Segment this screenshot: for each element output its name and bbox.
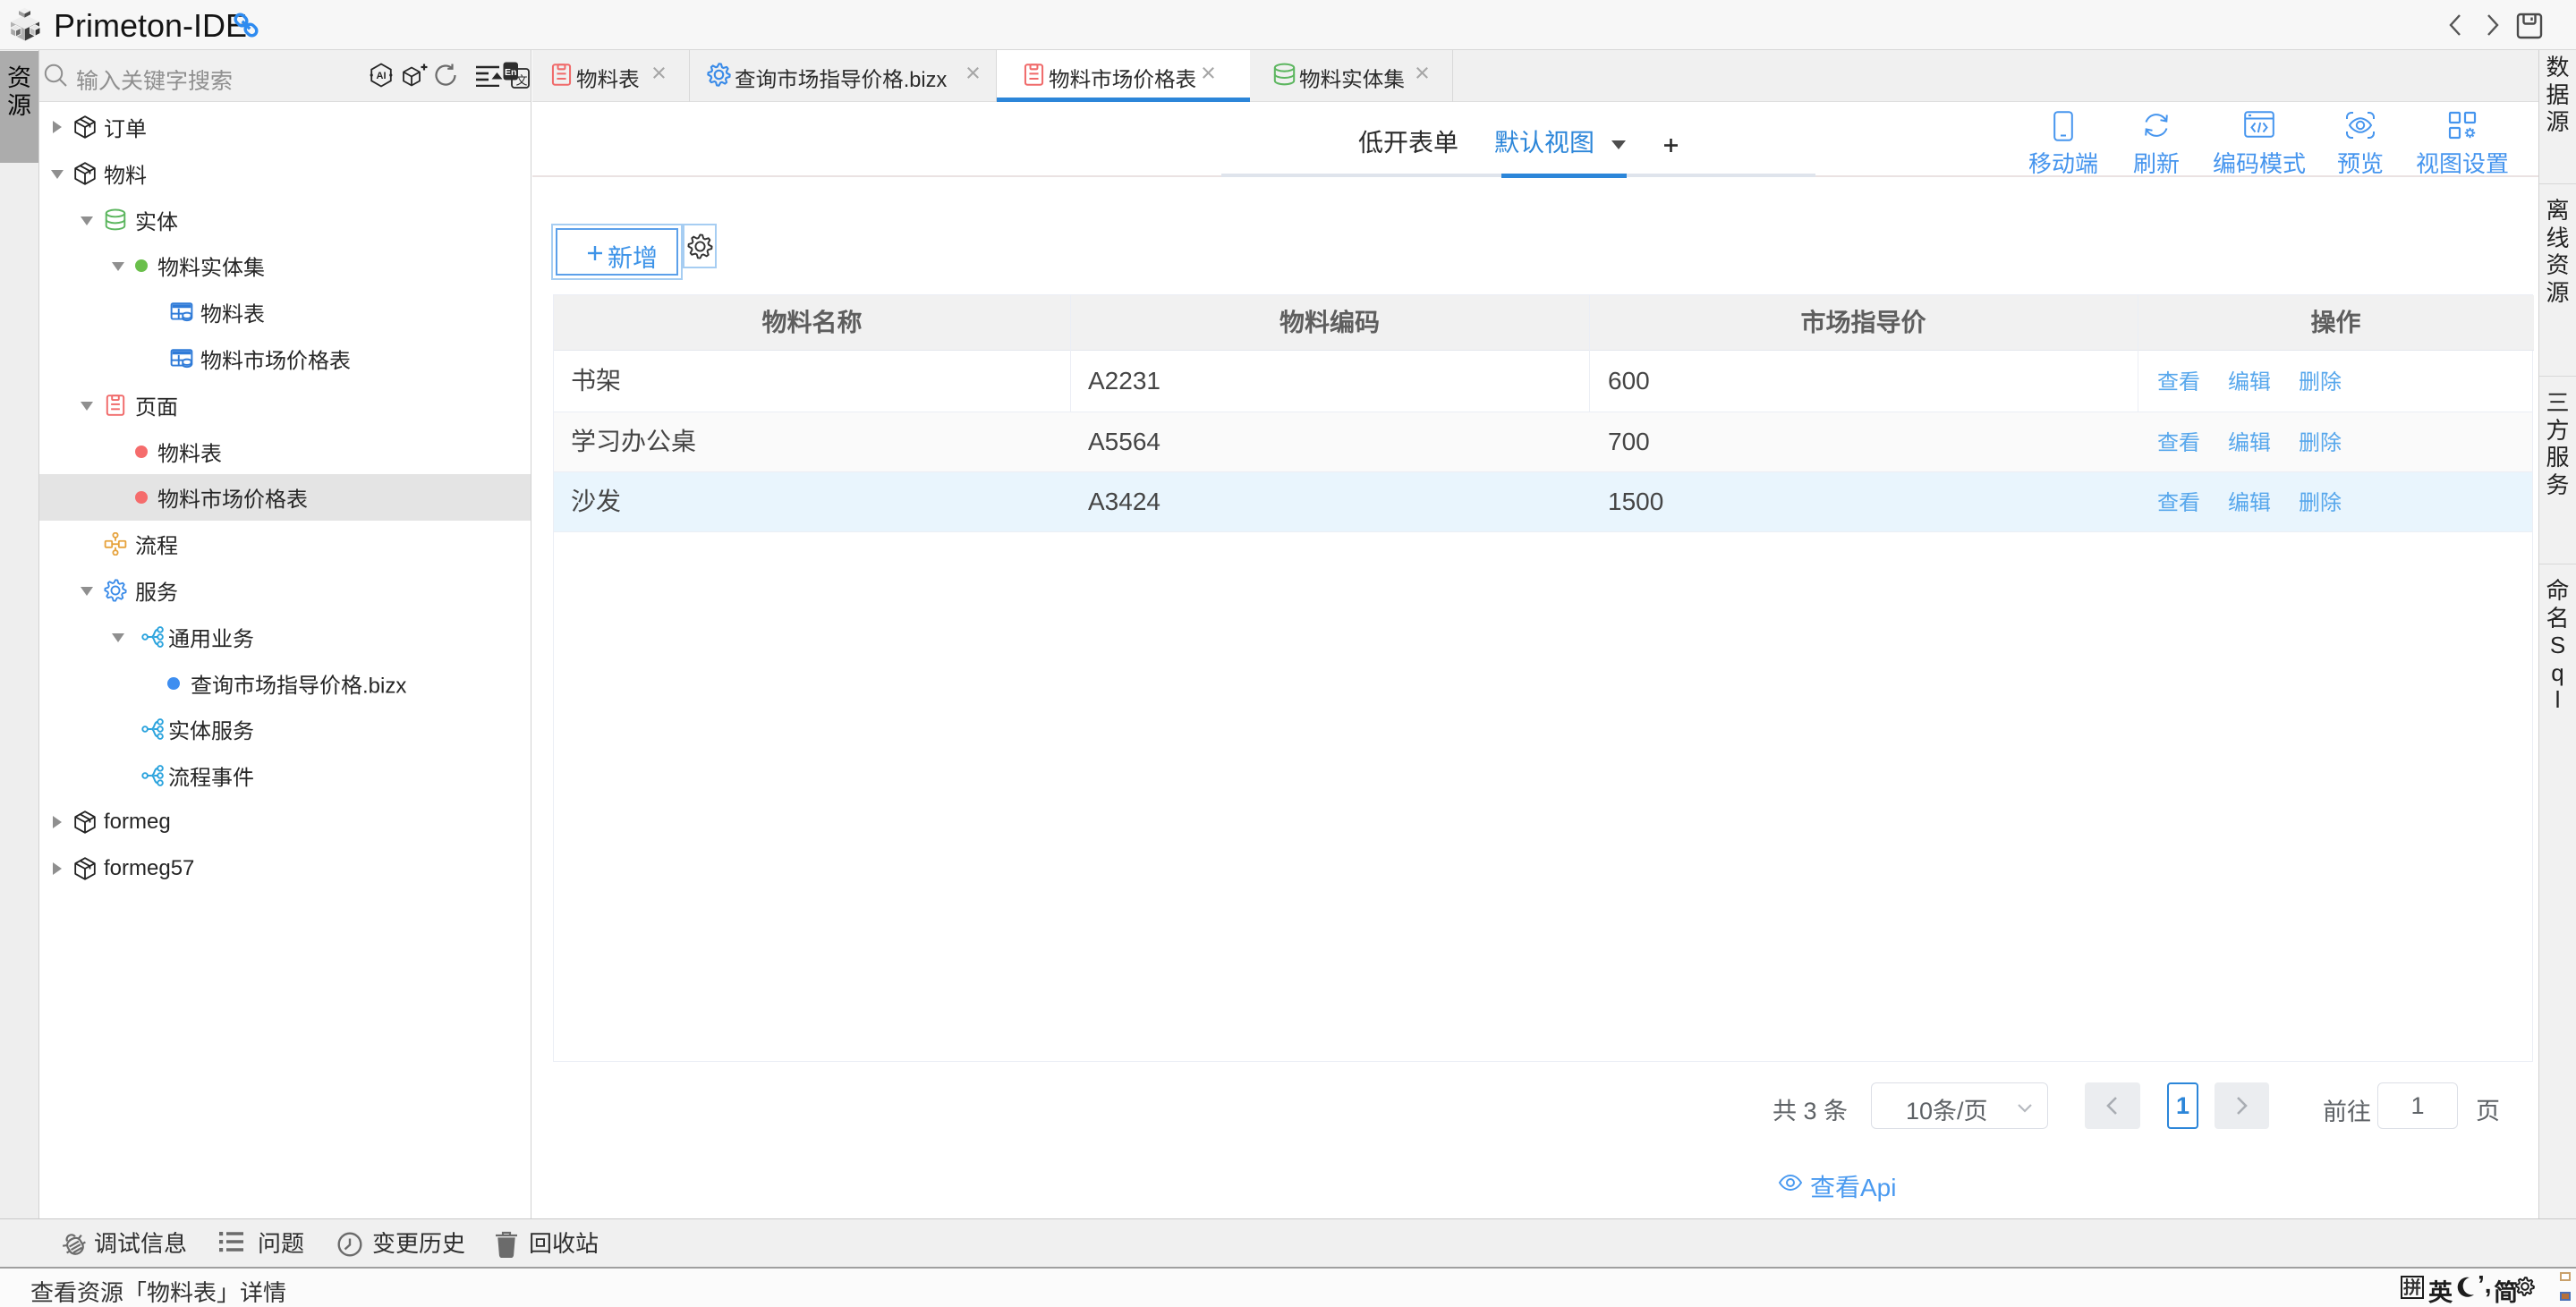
svg-text:AI: AI xyxy=(377,71,387,81)
svg-text:En: En xyxy=(505,67,516,78)
